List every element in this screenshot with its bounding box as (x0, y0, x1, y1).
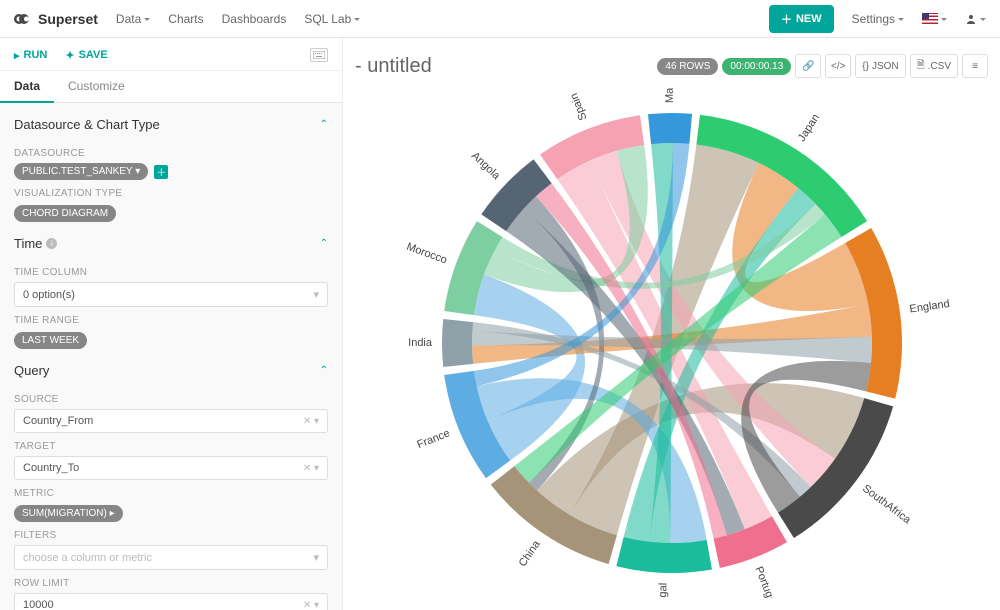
time-range-label: TIME RANGE (14, 315, 328, 326)
chord-label: Japan (795, 112, 821, 144)
nav-settings[interactable]: Settings (852, 12, 904, 26)
target-label: TARGET (14, 441, 328, 452)
new-label: NEW (796, 13, 822, 25)
save-label: SAVE (79, 49, 108, 61)
time-column-value: 0 option(s) (23, 289, 75, 301)
chevron-up-icon: ⌃ (320, 365, 328, 376)
menu-button[interactable]: ≡ (962, 54, 988, 78)
menu-icon: ≡ (972, 61, 978, 72)
rows-badge: 46 ROWS (657, 58, 718, 75)
flag-icon (922, 13, 938, 24)
nav-dashboards[interactable]: Dashboards (222, 12, 287, 26)
save-button[interactable]: ✦ SAVE (65, 49, 107, 62)
section-datasource-title: Datasource & Chart Type (14, 117, 160, 132)
brand-text: Superset (38, 11, 98, 27)
chord-label: Angola (468, 150, 502, 183)
chevron-up-icon: ⌃ (320, 238, 328, 249)
tab-data[interactable]: Data (0, 71, 54, 103)
section-query-title: Query (14, 363, 49, 378)
logo[interactable]: Superset (14, 9, 98, 29)
viz-type-label: VISUALIZATION TYPE (14, 188, 328, 199)
chart-title[interactable]: - untitled (355, 55, 432, 78)
plus-icon: ＋ (781, 11, 792, 27)
keyboard-icon[interactable] (310, 48, 328, 62)
section-time-title: Time (14, 236, 42, 251)
csv-button[interactable]: 🗎.CSV (910, 54, 958, 78)
chord-label: Mali (663, 88, 675, 103)
chord-arc[interactable] (442, 319, 473, 367)
link-button[interactable]: 🔗 (795, 54, 821, 78)
chord-label: England (908, 298, 950, 316)
new-button[interactable]: ＋ NEW (769, 5, 834, 33)
embed-button[interactable]: </> (825, 54, 851, 78)
chord-label: Morocco (404, 241, 448, 267)
datasource-label: DATASOURCE (14, 148, 328, 159)
logo-icon (14, 9, 34, 29)
target-value: Country_To (23, 462, 79, 474)
chord-label: China (516, 538, 543, 569)
top-nav: Superset Data Charts Dashboards SQL Lab … (0, 0, 1000, 38)
chevron-down-icon: ▾ (313, 551, 319, 564)
user-menu[interactable] (965, 13, 986, 25)
add-datasource-button[interactable]: ＋ (154, 165, 168, 179)
tab-customize[interactable]: Customize (54, 71, 139, 102)
target-select[interactable]: Country_To ✕ ▾ (14, 456, 328, 480)
chord-label: Spain (568, 91, 589, 122)
nav-sqllab[interactable]: SQL Lab (304, 12, 360, 26)
time-column-select[interactable]: 0 option(s) ▾ (14, 282, 328, 307)
chord-label: SouthAfrica (860, 483, 913, 527)
info-icon: i (46, 238, 57, 249)
source-value: Country_From (23, 415, 93, 427)
json-label: JSON (872, 61, 899, 72)
run-label: RUN (24, 49, 48, 61)
chord-label: France (415, 427, 451, 451)
rowlimit-value: 10000 (23, 599, 54, 610)
rowlimit-label: ROW LIMIT (14, 578, 328, 589)
save-icon: ✦ (65, 49, 74, 62)
run-button[interactable]: ▸ RUN (14, 49, 47, 62)
play-icon: ▸ (14, 49, 20, 62)
csv-label: .CSV (928, 61, 951, 72)
nav-data[interactable]: Data (116, 12, 150, 26)
metric-pill[interactable]: SUM(MIGRATION) ▸ (14, 505, 123, 522)
locale-picker[interactable] (922, 13, 947, 24)
filters-placeholder: choose a column or metric (23, 552, 152, 564)
clear-icon[interactable]: ✕ ▾ (303, 600, 319, 610)
section-time[interactable]: Time i ⌃ (14, 222, 328, 259)
chord-label: Senegal (656, 583, 669, 598)
source-select[interactable]: Country_From ✕ ▾ (14, 409, 328, 433)
chord-label: India (408, 337, 433, 349)
filters-label: FILTERS (14, 530, 328, 541)
chevron-up-icon: ⌃ (320, 119, 328, 130)
source-label: SOURCE (14, 394, 328, 405)
time-column-label: TIME COLUMN (14, 267, 328, 278)
section-query[interactable]: Query ⌃ (14, 349, 328, 386)
metric-label: METRIC (14, 488, 328, 499)
rowlimit-select[interactable]: 10000 ✕ ▾ (14, 593, 328, 610)
nav-charts[interactable]: Charts (168, 12, 203, 26)
file-icon: 🗎 (917, 58, 925, 75)
user-icon (965, 13, 977, 25)
control-panel: ▸ RUN ✦ SAVE Data Customize Datasource &… (0, 38, 343, 610)
code-icon: </> (831, 61, 845, 72)
chord-diagram: Mali Japan England SouthAfrica Portugal Seneg… (355, 88, 988, 598)
section-datasource[interactable]: Datasource & Chart Type ⌃ (14, 103, 328, 140)
json-button[interactable]: {}JSON (855, 54, 905, 78)
chord-label: Portugal (752, 565, 778, 598)
chevron-down-icon: ▾ (313, 288, 319, 301)
clear-icon[interactable]: ✕ ▾ (303, 463, 319, 474)
viz-type-pill[interactable]: CHORD DIAGRAM (14, 205, 116, 222)
filters-select[interactable]: choose a column or metric ▾ (14, 545, 328, 570)
chord-arc[interactable] (647, 113, 691, 144)
datasource-pill[interactable]: PUBLIC.TEST_SANKEY ▾ (14, 163, 148, 180)
link-icon: 🔗 (802, 61, 814, 72)
time-range-pill[interactable]: LAST WEEK (14, 332, 87, 349)
time-badge: 00:00:00.13 (722, 58, 791, 75)
clear-icon[interactable]: ✕ ▾ (303, 416, 319, 427)
braces-icon: {} (862, 61, 869, 72)
